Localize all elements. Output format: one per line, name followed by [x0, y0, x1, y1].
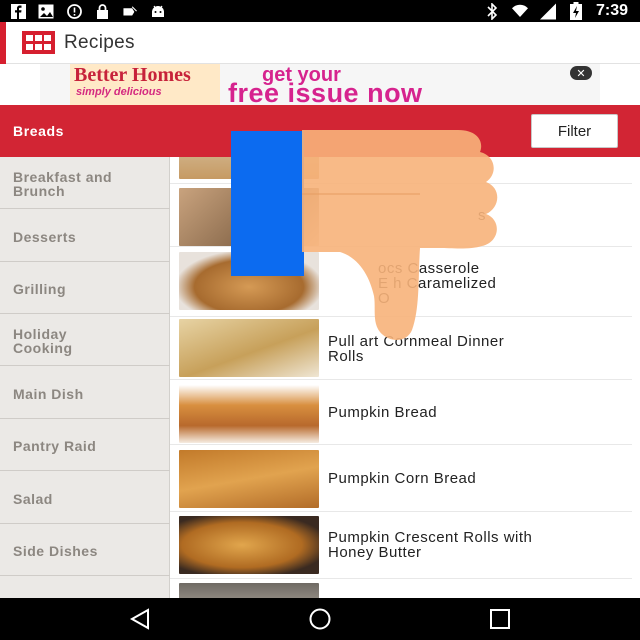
battery-icon [568, 2, 584, 20]
recipe-thumbnail [179, 319, 319, 377]
ad-headline-2: free issue now [228, 78, 423, 105]
sidebar-item-label: Side Dishes [13, 543, 98, 559]
status-time: 7:39 [595, 2, 628, 19]
recipe-thumbnail [179, 583, 319, 598]
recipe-title: Pumpkin Bread [328, 404, 438, 421]
sidebar-item-pantry-raid[interactable]: Pantry Raid [0, 419, 170, 471]
sidebar-item-desserts[interactable]: Desserts [0, 210, 170, 262]
app-title: Recipes [64, 32, 135, 53]
sidebar-item-label: Pantry Raid [13, 438, 97, 454]
filter-button[interactable]: Filter [531, 114, 618, 148]
lock-icon [94, 3, 110, 19]
alert-icon [66, 3, 82, 19]
sidebar-item-breakfast-and-brunch[interactable]: Breakfast and Brunch [0, 157, 170, 209]
sidebar-item-label: Breakfast and Brunch [13, 169, 113, 199]
category-title: Breads [13, 123, 65, 139]
back-icon[interactable] [128, 608, 152, 630]
ad-magazine-subtitle: simply delicious [76, 86, 162, 98]
bluetooth-icon [484, 2, 500, 20]
overlay-bar [231, 131, 304, 276]
wifi-icon [511, 3, 528, 19]
category-sidebar: Breakfast and Brunch Desserts Grilling H… [0, 157, 170, 598]
sidebar-item-label: Main Dish [13, 386, 84, 402]
thumbs-down-icon [300, 128, 500, 348]
recipe-row[interactable] [170, 579, 632, 598]
app-toolbar: Recipes [0, 22, 640, 64]
sidebar-item-label: Salad [13, 491, 53, 507]
sidebar-item-grilling[interactable]: Grilling [0, 262, 170, 314]
nav-drawer-handle[interactable] [0, 22, 6, 64]
app-logo[interactable] [22, 31, 55, 54]
android-icon [150, 3, 166, 19]
system-nav-bar [0, 598, 640, 640]
facebook-icon [10, 3, 26, 19]
recents-icon[interactable] [488, 608, 512, 630]
sidebar-item-holiday-cooking[interactable]: Holiday Cooking [0, 314, 170, 366]
recipe-thumbnail [179, 385, 319, 443]
ad-magazine-cover: Better Homes simply delicious [70, 64, 220, 105]
ad-magazine-title: Better Homes [74, 64, 191, 86]
sidebar-item-label: Grilling [13, 281, 66, 297]
sidebar-item-label: Desserts [13, 229, 77, 245]
image-icon [38, 3, 54, 19]
status-bar: 7:39 [0, 0, 640, 22]
sidebar-item-label: Holiday Cooking [13, 326, 73, 356]
recipe-thumbnail [179, 450, 319, 508]
sidebar-item-salad[interactable]: Salad [0, 472, 170, 524]
recipe-row[interactable]: Pumpkin Corn Bread [170, 445, 632, 512]
ad-banner[interactable]: Better Homes simply delicious get your f… [40, 64, 600, 105]
recipe-thumbnail [179, 516, 319, 574]
sidebar-item-main-dish[interactable]: Main Dish [0, 367, 170, 419]
home-icon[interactable] [308, 608, 332, 630]
recipe-row[interactable]: Pumpkin Crescent Rolls with Honey Butter [170, 512, 632, 579]
fast-icon [122, 3, 138, 19]
recipe-title: Pumpkin Crescent Rolls with Honey Butter [328, 529, 533, 561]
ad-close-button[interactable]: ✕ [570, 66, 592, 80]
recipe-title: Pumpkin Corn Bread [328, 470, 477, 487]
recipe-row[interactable]: Pumpkin Bread [170, 380, 632, 445]
sidebar-item-side-dishes[interactable]: Side Dishes [0, 524, 170, 576]
signal-icon [539, 3, 556, 19]
